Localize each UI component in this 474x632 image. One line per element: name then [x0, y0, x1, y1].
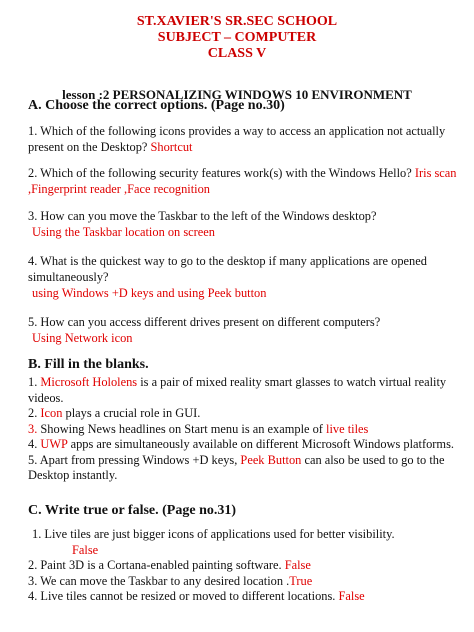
blank-item-1: 1. Microsoft Hololens is a pair of mixed… — [28, 375, 447, 405]
section-c-title: C. Write true or false. (Page no.31) — [28, 503, 237, 518]
true-false-list: 1. Live tiles are just bigger icons of a… — [28, 527, 458, 605]
tf-answer-2: False — [284, 558, 311, 572]
tf-item-3: 3. We can move the Taskbar to any desire… — [28, 573, 313, 588]
blank-item-5: 5. Apart from pressing Windows +D keys, … — [28, 452, 445, 483]
question-a1: 1. Which of the following icons provides… — [28, 124, 446, 154]
blank-item-2: 2. Icon plays a crucial role in GUI. — [28, 406, 201, 420]
document-page: ST.XAVIER'S SR.SEC SCHOOL SUBJECT – COMP… — [0, 0, 474, 632]
blank-answer-1: Microsoft Hololens — [40, 375, 138, 389]
tf-answer-4: False — [338, 589, 365, 603]
header: ST.XAVIER'S SR.SEC SCHOOL SUBJECT – COMP… — [0, 0, 474, 62]
tf-item-4: 4. Live tiles cannot be resized or moved… — [28, 589, 365, 603]
blank-item-3: 3. Showing News headlines on Start menu … — [28, 421, 369, 436]
section-a-title: A. Choose the correct options. (Page no.… — [28, 98, 285, 113]
blank-answer-5: Peek Button — [240, 452, 302, 467]
blank-answer-3: live tiles — [326, 421, 369, 436]
question-a4: 4. What is the quickest way to go to the… — [28, 253, 458, 301]
blank-answer-2: Icon — [40, 406, 63, 420]
school-name: ST.XAVIER'S SR.SEC SCHOOL — [136, 14, 338, 29]
blank-item-4: 4. UWP apps are simultaneously available… — [28, 437, 454, 451]
fill-blanks-list: 1. Microsoft Hololens is a pair of mixed… — [28, 375, 458, 484]
answer-a3: Using the Taskbar location on screen — [32, 225, 215, 239]
class-line: CLASS V — [207, 46, 267, 61]
question-a2: 2. Which of the following security featu… — [28, 166, 457, 196]
question-a3: 3. How can you move the Taskbar to the l… — [28, 208, 458, 240]
blank-answer-4: UWP — [40, 437, 68, 451]
tf-answer-1: False — [72, 542, 99, 557]
question-a5: 5. How can you access different drives p… — [28, 314, 458, 346]
answer-a5: Using Network icon — [32, 331, 133, 345]
answer-a4: using Windows +D keys and using Peek but… — [32, 286, 267, 300]
tf-item-2: 2. Paint 3D is a Cortana-enabled paintin… — [28, 558, 311, 572]
tf-item-1: 1. Live tiles are just bigger icons of a… — [28, 527, 458, 558]
tf-answer-3: True — [289, 573, 313, 588]
subject-line: SUBJECT – COMPUTER — [157, 30, 317, 45]
section-b-title: B. Fill in the blanks. — [28, 357, 149, 372]
answer-a1: Shortcut — [150, 140, 193, 154]
